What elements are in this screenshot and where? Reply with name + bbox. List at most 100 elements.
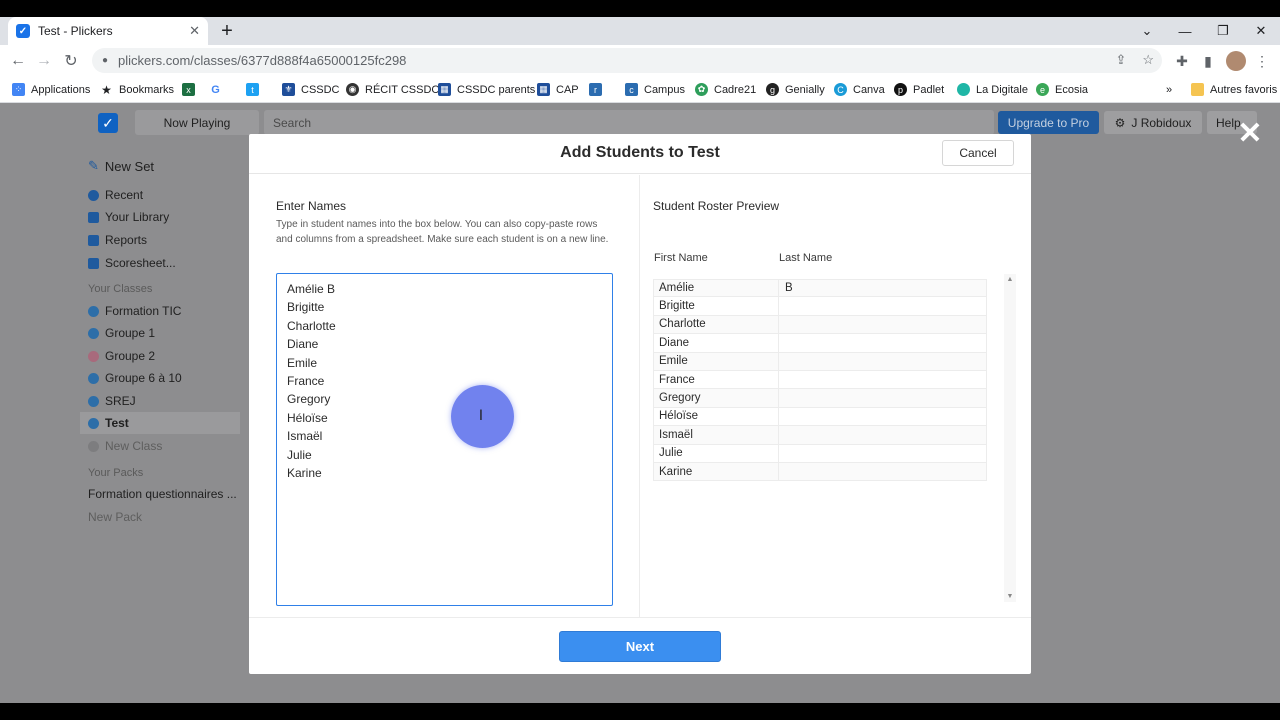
roster-row[interactable]: Charlotte (653, 315, 987, 335)
roster-row[interactable]: Emile (653, 352, 987, 371)
last-name-cell[interactable] (779, 463, 986, 480)
first-name-cell[interactable]: Julie (654, 444, 779, 462)
reload-icon[interactable]: ↻ (59, 49, 83, 73)
more-bookmarks-icon[interactable]: » (1166, 81, 1172, 98)
restore-icon[interactable]: ❐ (1204, 17, 1242, 45)
scroll-down-arrow-icon[interactable]: ▼ (1004, 593, 1016, 600)
first-name-cell[interactable]: Héloïse (654, 407, 779, 426)
first-name-cell[interactable]: France (654, 370, 779, 389)
bookmark-la-digitale[interactable]: La Digitale (957, 81, 1028, 98)
bookmark-google[interactable]: G (209, 81, 228, 98)
sidebar-your-library[interactable]: Your Library (80, 206, 240, 228)
bookmark-ecosia[interactable]: e Ecosia (1036, 81, 1088, 98)
roster-row[interactable]: Julie (653, 444, 987, 463)
next-button[interactable]: Next (559, 631, 721, 662)
last-name-cell[interactable] (779, 297, 986, 314)
last-name-cell[interactable] (779, 426, 986, 443)
extensions-puzzle-icon[interactable]: ✚ (1172, 51, 1192, 71)
first-name-cell[interactable]: Brigitte (654, 297, 779, 315)
plus-circle-icon (88, 440, 99, 452)
roster-row[interactable]: Amélie B (653, 279, 987, 298)
bookmark-padlet[interactable]: p Padlet (894, 81, 944, 98)
bookmark-recit[interactable]: r (589, 81, 608, 98)
sidebar-recent[interactable]: Recent (80, 184, 240, 206)
sidebar-class-groupe-6-10[interactable]: Groupe 6 à 10 (80, 367, 240, 389)
last-name-cell[interactable]: B (779, 280, 986, 296)
roster-row[interactable]: Gregory (653, 389, 987, 408)
address-bar[interactable]: ● plickers.com/classes/6377d888f4a650001… (92, 48, 1162, 73)
sidebar-reports[interactable]: Reports (80, 229, 240, 251)
bookmark-canva[interactable]: C Canva (834, 81, 885, 98)
bookmark-campus[interactable]: c Campus (625, 81, 685, 98)
first-name-cell[interactable]: Charlotte (654, 315, 779, 334)
first-name-cell[interactable]: Ismaël (654, 426, 779, 444)
bookmark-cssdc[interactable]: ⚜ CSSDC (282, 81, 340, 98)
share-icon[interactable]: ⇪ (1115, 52, 1126, 68)
bookmark-applications[interactable]: ⁘ Applications (12, 81, 90, 98)
last-name-cell[interactable] (779, 408, 986, 425)
globe-icon: ◉ (346, 83, 359, 96)
last-name-cell[interactable] (779, 353, 986, 370)
upgrade-to-pro-button[interactable]: Upgrade to Pro (998, 111, 1099, 134)
roster-row[interactable]: Karine (653, 462, 987, 482)
tab-search-chevron-icon[interactable]: ⌄ (1128, 17, 1166, 45)
bookmark-star-icon[interactable]: ☆ (1142, 52, 1154, 68)
sidebar-class-groupe-1[interactable]: Groupe 1 (80, 322, 240, 344)
names-textarea[interactable]: Amélie B Brigitte Charlotte Diane Emile … (276, 273, 613, 606)
folder-icon (88, 211, 99, 223)
bookmark-twitter[interactable]: t (246, 81, 265, 98)
roster-row[interactable]: Brigitte (653, 297, 987, 316)
first-name-cell[interactable]: Karine (654, 462, 779, 481)
sidebar-new-class[interactable]: New Class (80, 435, 240, 457)
first-name-cell[interactable]: Diane (654, 334, 779, 352)
forward-arrow-icon[interactable]: → (32, 49, 56, 73)
browser-tab[interactable]: ✓ Test - Plickers ✕ (8, 17, 208, 45)
sidebar-new-set[interactable]: ✎ New Set (80, 155, 240, 177)
close-overlay-icon[interactable]: ✕ (1236, 119, 1264, 149)
class-color-dot (88, 395, 99, 407)
sidebar-class-srej[interactable]: SREJ (80, 390, 240, 412)
scroll-up-arrow-icon[interactable]: ▲ (1004, 276, 1016, 283)
minimize-icon[interactable]: — (1166, 17, 1204, 45)
roster-row[interactable]: Ismaël (653, 426, 987, 445)
name-line: Emile (287, 355, 318, 370)
last-name-cell[interactable] (779, 371, 986, 388)
app-search-input[interactable]: Search (264, 110, 994, 135)
cancel-button[interactable]: Cancel (942, 140, 1014, 166)
bookmark-cadre21[interactable]: ✿ Cadre21 (695, 81, 756, 98)
last-name-cell[interactable] (779, 334, 986, 351)
bookmark-other-favorites[interactable]: Autres favoris (1191, 81, 1277, 98)
last-name-cell[interactable] (779, 316, 986, 333)
first-name-cell[interactable]: Gregory (654, 389, 779, 407)
first-name-cell[interactable]: Amélie (654, 280, 779, 297)
profile-avatar[interactable] (1226, 51, 1246, 71)
last-name-cell[interactable] (779, 389, 986, 406)
browser-menu-icon[interactable]: ⋮ (1252, 51, 1272, 71)
roster-scrollbar[interactable]: ▲ ▼ (1004, 274, 1016, 602)
user-menu-button[interactable]: ⚙ J Robidoux (1104, 111, 1202, 134)
bookmark-genially[interactable]: g Genially (766, 81, 825, 98)
roster-row[interactable]: Héloïse (653, 407, 987, 427)
bookmark-recit-cssdc[interactable]: ◉ RÉCIT CSSDC (346, 81, 439, 98)
first-name-cell[interactable]: Emile (654, 352, 779, 370)
new-tab-icon[interactable]: + (216, 20, 238, 42)
modal-title: Add Students to Test (560, 144, 720, 161)
sidebar-class-formation-tic[interactable]: Formation TIC (80, 300, 240, 322)
tab-close-icon[interactable]: ✕ (189, 23, 200, 39)
roster-row[interactable]: Diane (653, 334, 987, 353)
window-close-icon[interactable]: ✕ (1242, 17, 1280, 45)
bookmark-cssdc-parents[interactable]: ▦ CSSDC parents (438, 81, 535, 98)
sidebar-scoresheet[interactable]: Scoresheet... (80, 252, 240, 274)
sidebar-class-groupe-2[interactable]: Groupe 2 (80, 345, 240, 367)
sidebar-class-test[interactable]: Test (80, 412, 240, 434)
side-panel-icon[interactable]: ▮ (1198, 51, 1218, 71)
bookmark-cap[interactable]: ▦ CAP (537, 81, 579, 98)
roster-row[interactable]: France (653, 370, 987, 390)
back-arrow-icon[interactable]: ← (6, 49, 30, 73)
bookmark-bookmarks[interactable]: ★ Bookmarks (100, 81, 174, 98)
sidebar-pack-formation[interactable]: Formation questionnaires ... (80, 483, 240, 505)
last-name-cell[interactable] (779, 445, 986, 462)
sidebar-new-pack[interactable]: New Pack (80, 506, 240, 528)
bookmark-excel[interactable]: x (182, 81, 201, 98)
plickers-favicon-icon: ✓ (16, 24, 30, 38)
